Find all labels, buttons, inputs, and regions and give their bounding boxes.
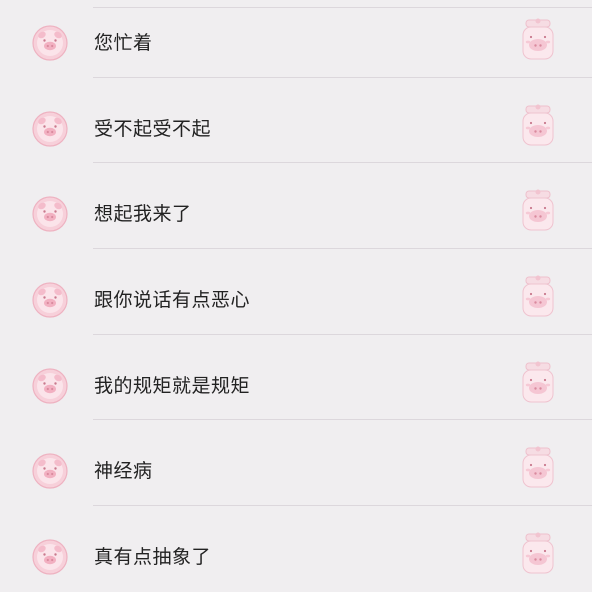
pig-jar-sticker-icon[interactable] [520, 275, 556, 319]
pig-avatar-icon[interactable] [32, 453, 68, 489]
message-list: 您忙着受不起受不起 想起我来了跟你说话有点恶心 我的规矩就是规矩 神经病真有点抽象了 [0, 0, 592, 592]
pig-jar-sticker-icon[interactable] [520, 189, 556, 233]
list-item-label: 真有点抽象了 [94, 546, 212, 569]
list-item[interactable]: 我的规矩就是规矩 [0, 335, 592, 421]
list-item[interactable]: 跟你说话有点恶心 [0, 249, 592, 335]
pig-avatar-icon[interactable] [32, 282, 68, 318]
pig-jar-sticker-icon[interactable] [520, 18, 556, 62]
pig-avatar-icon[interactable] [32, 368, 68, 404]
list-item-label: 想起我来了 [94, 203, 192, 226]
list-item-label: 受不起受不起 [94, 117, 212, 140]
list-item-label: 我的规矩就是规矩 [94, 374, 251, 397]
list-item-label: 您忙着 [94, 32, 153, 54]
list-item-label: 神经病 [94, 460, 153, 483]
pig-avatar-icon[interactable] [32, 539, 68, 575]
pig-jar-sticker-icon[interactable] [520, 446, 556, 490]
pig-avatar-icon[interactable] [32, 111, 68, 147]
list-item[interactable]: 想起我来了 [0, 163, 592, 249]
list-item[interactable]: 受不起受不起 [0, 78, 592, 164]
list-item[interactable]: 神经病 [0, 420, 592, 506]
pig-avatar-icon[interactable] [32, 25, 68, 61]
pig-avatar-icon[interactable] [32, 196, 68, 232]
list-item-label: 跟你说话有点恶心 [94, 289, 251, 312]
pig-jar-sticker-icon[interactable] [520, 104, 556, 148]
list-item[interactable]: 您忙着 [0, 0, 592, 78]
pig-jar-sticker-icon[interactable] [520, 361, 556, 405]
pig-jar-sticker-icon[interactable] [520, 532, 556, 576]
list-item[interactable]: 真有点抽象了 [0, 506, 592, 592]
